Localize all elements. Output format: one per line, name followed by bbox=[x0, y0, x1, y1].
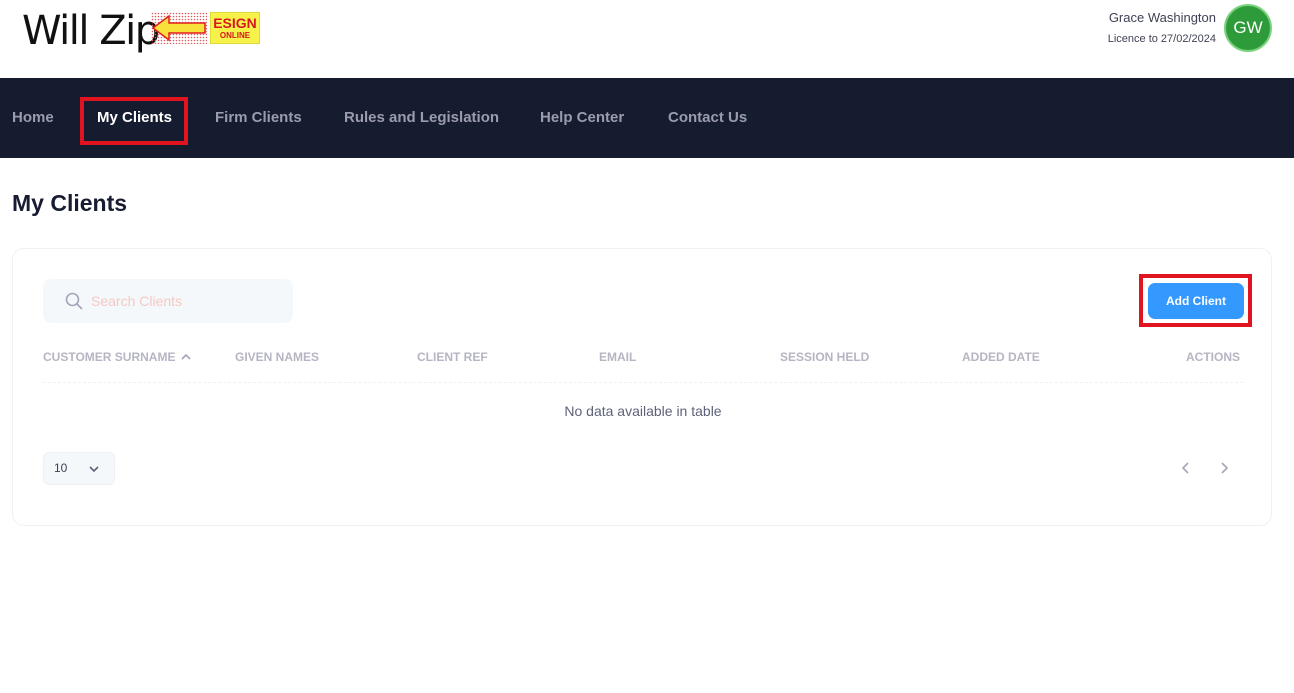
search-input[interactable] bbox=[91, 279, 281, 323]
esign-badge-title: ESIGN bbox=[213, 15, 257, 31]
table-header-divider bbox=[43, 382, 1243, 383]
page-title: My Clients bbox=[12, 190, 128, 216]
page-size-select[interactable]: 10 bbox=[43, 452, 115, 485]
sort-ascending-icon bbox=[181, 353, 192, 360]
avatar[interactable]: GW bbox=[1224, 4, 1272, 52]
column-header-actions: ACTIONS bbox=[1186, 350, 1240, 364]
nav-item-home[interactable]: Home bbox=[12, 78, 54, 158]
column-header-session-held[interactable]: SESSION HELD bbox=[780, 350, 869, 364]
user-info: Grace Washington Licence to 27/02/2024 bbox=[1108, 10, 1216, 47]
brand-logo[interactable]: Will Zip ESIGN ONLINE bbox=[22, 8, 260, 54]
column-header-added-date[interactable]: ADDED DATE bbox=[962, 350, 1040, 364]
nav-item-my-clients[interactable]: My Clients bbox=[97, 78, 172, 158]
chevron-down-icon bbox=[89, 466, 99, 473]
add-client-button[interactable]: Add Client bbox=[1148, 283, 1244, 319]
add-client-highlight-box: Add Client bbox=[1139, 274, 1252, 327]
empty-table-message: No data available in table bbox=[564, 403, 722, 419]
column-header-given-names[interactable]: GIVEN NAMES bbox=[235, 350, 319, 364]
avatar-initials: GW bbox=[1233, 18, 1263, 37]
brand-logo-text: Will Zip bbox=[22, 8, 160, 54]
nav-item-help-center[interactable]: Help Center bbox=[540, 78, 624, 158]
column-header-client-ref[interactable]: CLIENT REF bbox=[417, 350, 488, 364]
main-nav: Home My Clients Firm Clients Rules and L… bbox=[0, 78, 1294, 158]
column-header-label: CUSTOMER SURNAME bbox=[43, 350, 176, 364]
column-header-email[interactable]: EMAIL bbox=[599, 350, 636, 364]
user-name: Grace Washington bbox=[1108, 10, 1216, 25]
nav-item-contact-us[interactable]: Contact Us bbox=[668, 78, 747, 158]
esign-badge: ESIGN ONLINE bbox=[210, 12, 260, 44]
clients-card: Add Client CUSTOMER SURNAME GIVEN NAMES … bbox=[12, 248, 1272, 526]
column-header-customer-surname[interactable]: CUSTOMER SURNAME bbox=[43, 350, 192, 364]
search-box bbox=[43, 279, 293, 323]
chevron-right-icon[interactable] bbox=[1217, 461, 1231, 475]
esign-badge-subtitle: ONLINE bbox=[219, 31, 251, 40]
licence-expiry: Licence to 27/02/2024 bbox=[1107, 33, 1216, 45]
top-header: Will Zip ESIGN ONLINE Grace Washington L… bbox=[0, 0, 1294, 78]
page-size-value: 10 bbox=[54, 461, 68, 475]
arrow-left-icon bbox=[151, 12, 207, 44]
nav-item-rules-and-legislation[interactable]: Rules and Legislation bbox=[344, 78, 499, 158]
chevron-left-icon[interactable] bbox=[1179, 461, 1193, 475]
search-icon bbox=[65, 292, 83, 310]
nav-item-firm-clients[interactable]: Firm Clients bbox=[215, 78, 302, 158]
